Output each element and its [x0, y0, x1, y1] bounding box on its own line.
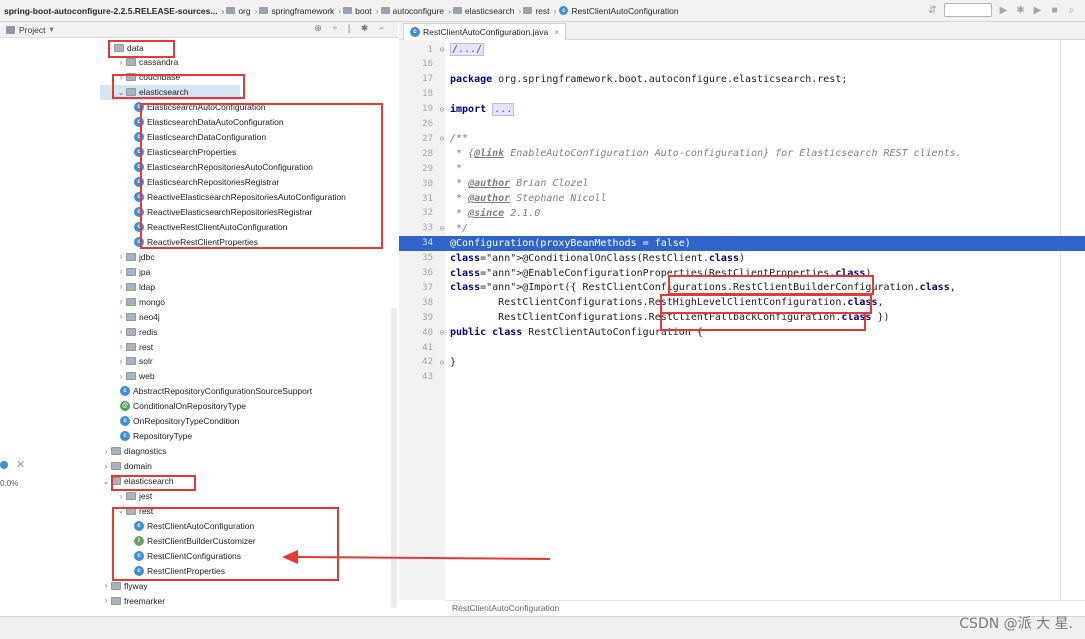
- annotation-arrow: [282, 550, 551, 564]
